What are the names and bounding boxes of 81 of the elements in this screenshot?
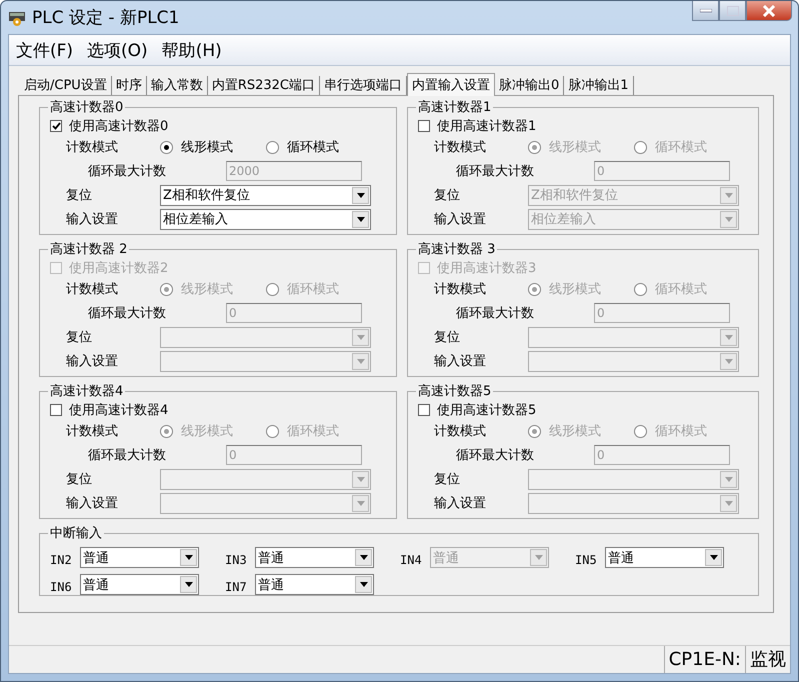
field-label: 输入设置 [66, 353, 119, 370]
field-label: 输入设置 [66, 211, 119, 228]
dropdown[interactable]: 相位差输入 [160, 208, 371, 230]
tab[interactable]: 内置输入设置 [407, 73, 495, 96]
field-label: 循环最大计数 [456, 305, 535, 322]
input-label: IN7 [225, 579, 248, 594]
field-label: 复位 [434, 471, 461, 488]
input-label: IN3 [225, 552, 248, 567]
group-title: 中断输入 [49, 525, 103, 542]
field-label: 复位 [434, 329, 461, 346]
group-title: 高速计数器4 [49, 383, 124, 400]
group-title: 高速计数器5 [417, 383, 492, 400]
field-label: 循环最大计数 [456, 163, 535, 180]
field-label: 计数模式 [434, 139, 487, 156]
dropdown[interactable]: 普通 [605, 547, 724, 568]
maximize-icon [726, 6, 738, 16]
minimize-icon [700, 8, 712, 12]
radio-label: 线形模式 [181, 423, 233, 440]
menu-item[interactable]: 选项(O) [87, 38, 148, 62]
radio-label: 线形模式 [181, 281, 233, 298]
checkbox-label: 使用高速计数器4 [69, 402, 168, 418]
radio-label: 循环模式 [655, 139, 707, 156]
radio-label: 线形模式 [549, 139, 601, 156]
checkbox-label: 使用高速计数器5 [437, 402, 536, 418]
field-label: 计数模式 [66, 423, 119, 440]
menu-item[interactable]: 帮助(H) [162, 38, 222, 62]
field-label: 复位 [66, 187, 93, 204]
status-text: CP1E-N: [664, 646, 745, 673]
group-title: 高速计数器0 [49, 99, 124, 116]
dropdown[interactable]: 普通 [255, 547, 374, 568]
status-text: 监视 [745, 646, 790, 673]
field-label: 复位 [434, 187, 461, 204]
radio-label: 线形模式 [181, 139, 233, 156]
dropdown[interactable]: 普通 [255, 574, 374, 595]
group-title: 高速计数器 3 [417, 241, 496, 258]
dropdown[interactable]: 普通 [80, 547, 199, 568]
field-label: 循环最大计数 [88, 163, 167, 180]
field-label: 循环最大计数 [456, 447, 535, 464]
menu-item[interactable]: 文件(F) [16, 38, 74, 62]
close-button[interactable] [746, 1, 792, 21]
input-label: IN2 [50, 552, 73, 567]
field-label: 计数模式 [434, 281, 487, 298]
group-title: 高速计数器1 [417, 99, 492, 116]
input-label: IN6 [50, 579, 73, 594]
dropdown[interactable]: 普通 [80, 574, 199, 595]
radio-label: 循环模式 [287, 139, 339, 156]
input-label: IN5 [575, 552, 598, 567]
field-label: 计数模式 [434, 423, 487, 440]
field-label: 复位 [66, 471, 93, 488]
checkbox[interactable] [50, 120, 62, 132]
field-label: 计数模式 [66, 281, 119, 298]
minimize-button[interactable] [692, 1, 719, 21]
radio-label: 循环模式 [287, 423, 339, 440]
group-title: 高速计数器 2 [49, 241, 128, 258]
field-label: 输入设置 [66, 495, 119, 512]
radio-label: 循环模式 [287, 281, 339, 298]
checkbox-label: 使用高速计数器3 [437, 260, 536, 276]
radio-label: 循环模式 [655, 423, 707, 440]
maximize-button[interactable] [719, 1, 746, 21]
radio-button[interactable] [266, 140, 279, 154]
checkbox[interactable] [418, 404, 430, 416]
field-label: 循环最大计数 [88, 305, 167, 322]
field-label: 输入设置 [434, 353, 487, 370]
checkbox[interactable] [50, 404, 62, 416]
input-label: IN4 [400, 552, 423, 567]
radio-label: 循环模式 [655, 281, 707, 298]
checkbox-label: 使用高速计数器0 [69, 118, 168, 134]
field-label: 循环最大计数 [88, 447, 167, 464]
radio-label: 线形模式 [549, 423, 601, 440]
checkbox-label: 使用高速计数器1 [437, 118, 536, 134]
radio-label: 线形模式 [549, 281, 601, 298]
field-label: 复位 [66, 329, 93, 346]
dropdown[interactable]: Z相和软件复位 [160, 184, 371, 206]
field-label: 输入设置 [434, 495, 487, 512]
checkbox[interactable] [418, 120, 430, 132]
checkbox-label: 使用高速计数器2 [69, 260, 168, 276]
window-title: PLC 设定 - 新PLC1 [32, 7, 180, 29]
close-icon [762, 4, 776, 16]
field-label: 计数模式 [66, 139, 119, 156]
radio-button[interactable] [160, 140, 173, 154]
field-label: 输入设置 [434, 211, 487, 228]
